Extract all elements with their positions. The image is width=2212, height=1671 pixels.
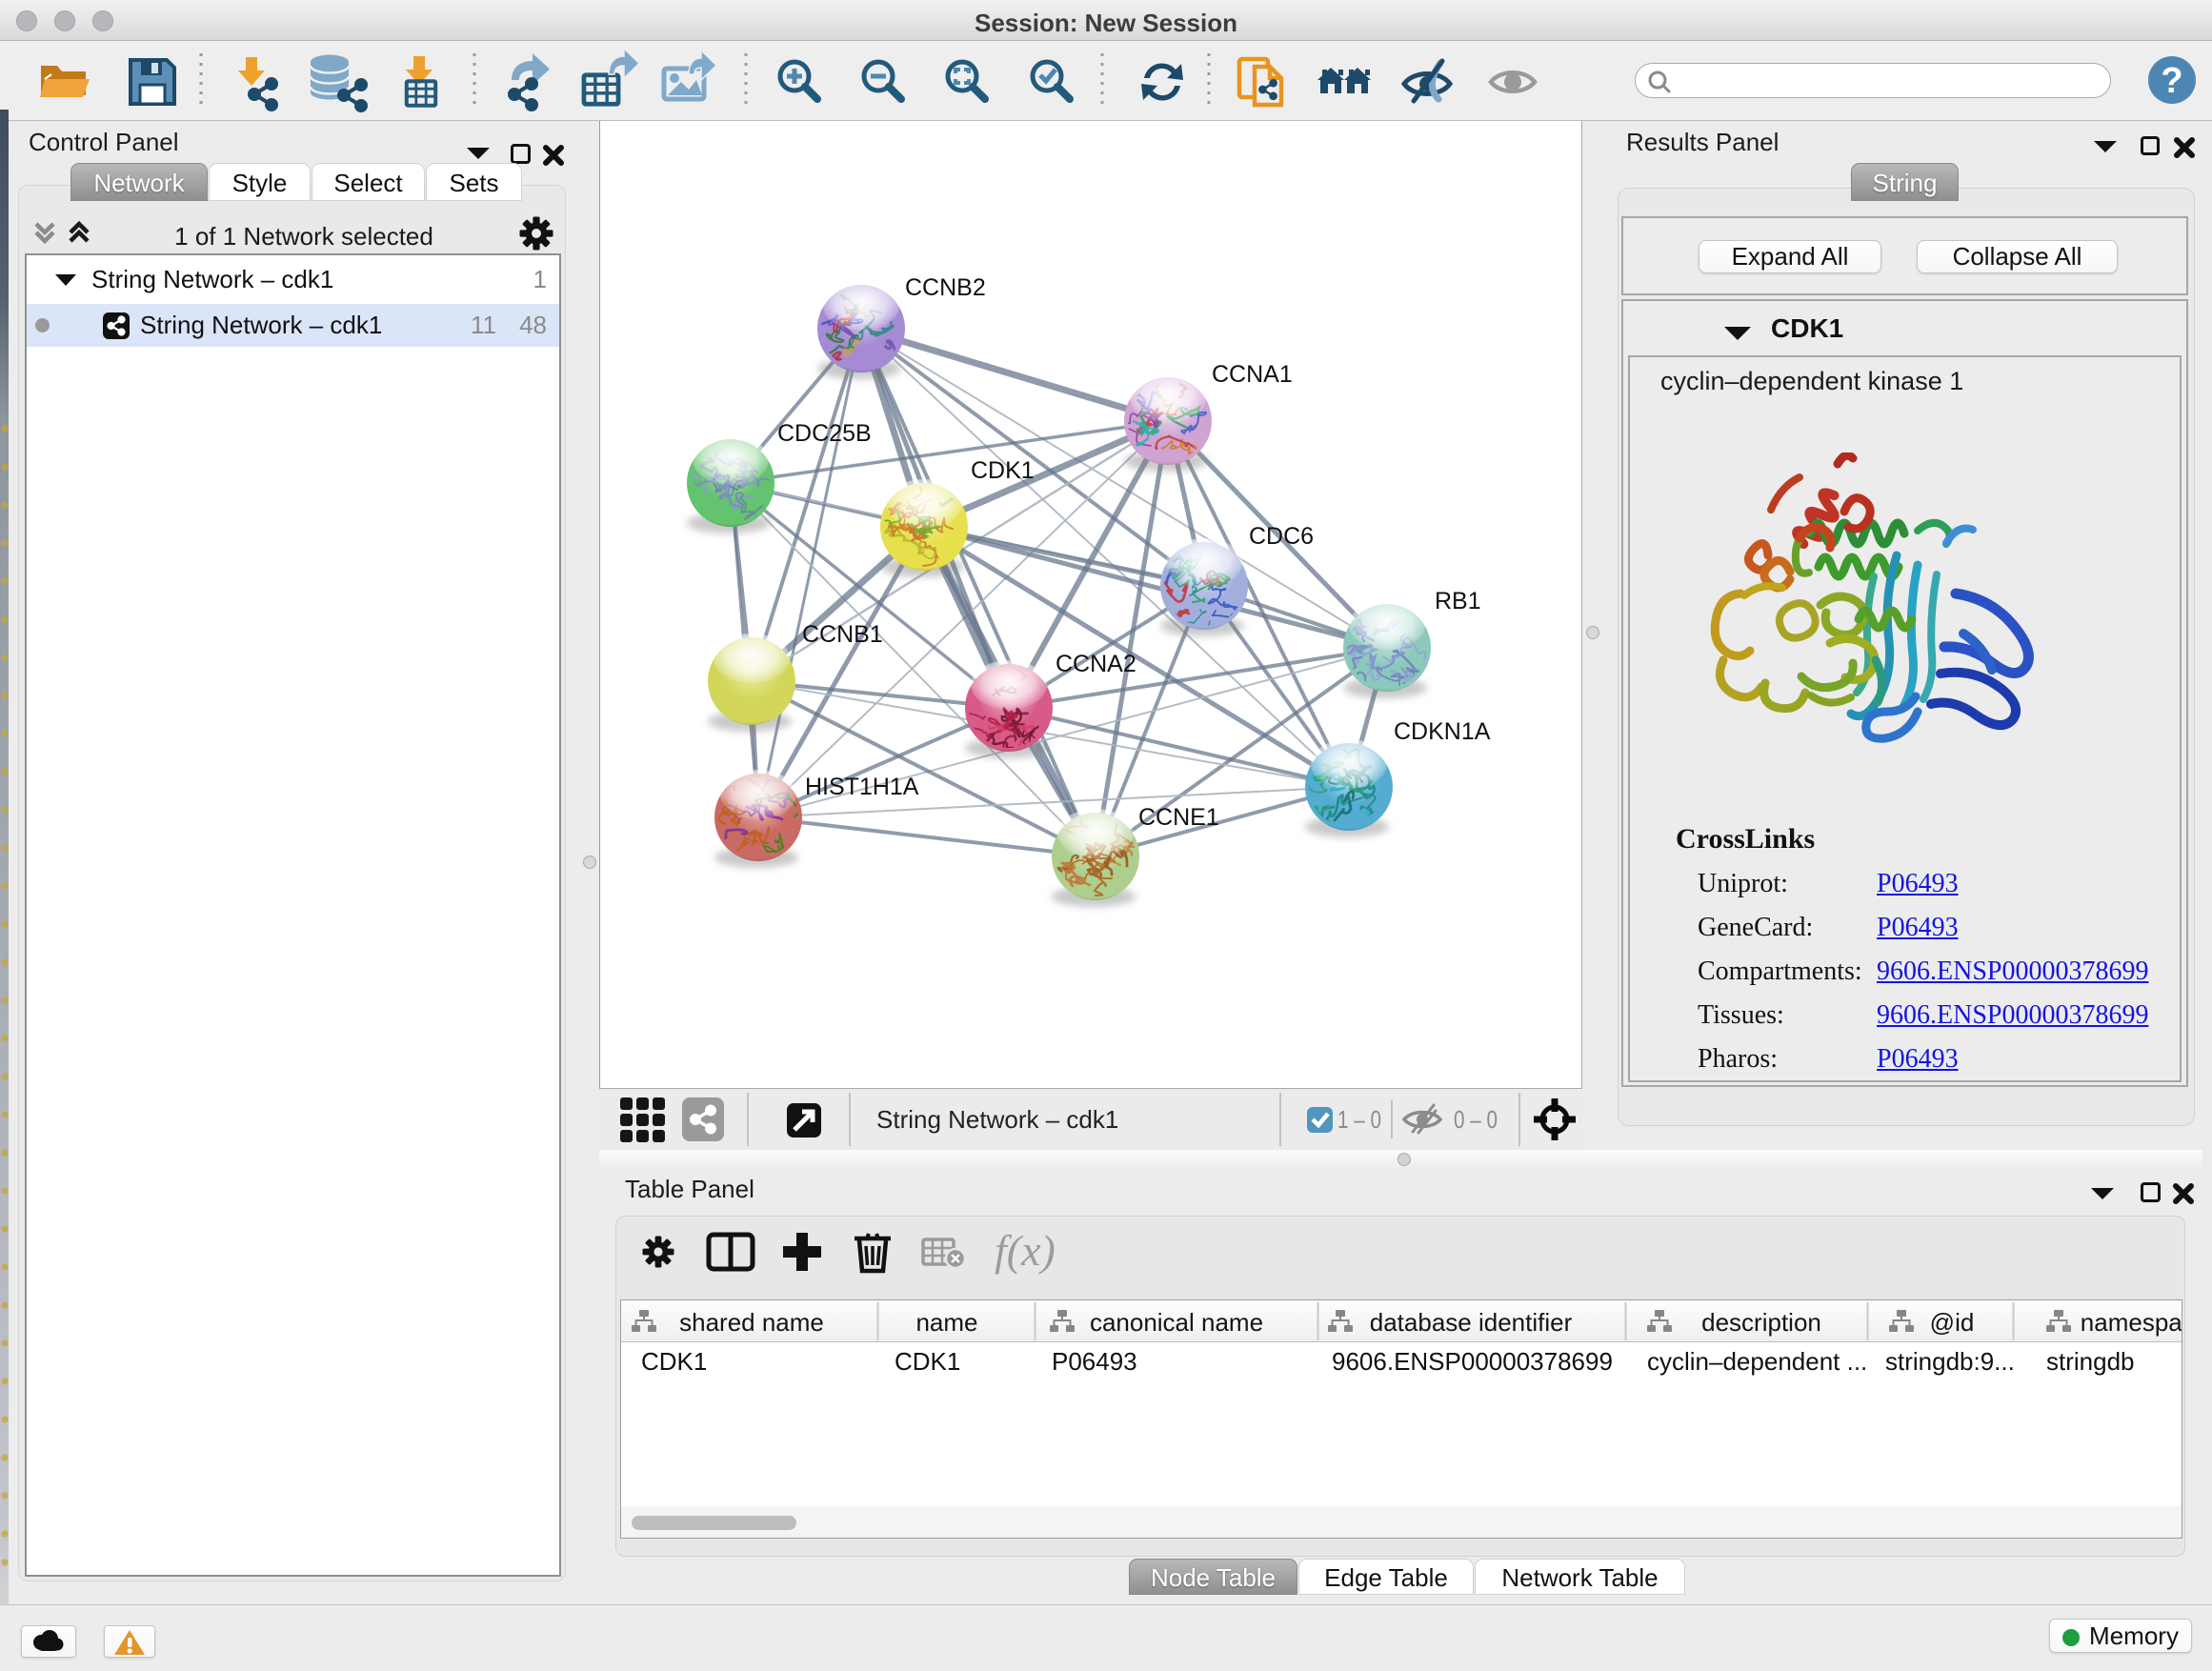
svg-text:CDC6: CDC6 xyxy=(1249,523,1314,550)
svg-text:HIST1H1A: HIST1H1A xyxy=(805,774,919,800)
svg-text:CDKN1A: CDKN1A xyxy=(1394,718,1491,745)
svg-text:database identifier: database identifier xyxy=(1370,1308,1573,1337)
svg-text:namespace: namespace xyxy=(2081,1308,2182,1337)
svg-text:CCNB2: CCNB2 xyxy=(905,274,986,301)
svg-text:CDK1: CDK1 xyxy=(971,457,1035,484)
svg-text:CCNA2: CCNA2 xyxy=(1056,651,1136,677)
svg-text:description: description xyxy=(1701,1308,1821,1337)
svg-text:RB1: RB1 xyxy=(1435,588,1481,614)
svg-text:CCNA1: CCNA1 xyxy=(1212,361,1293,388)
svg-text:0 – 0: 0 – 0 xyxy=(1454,1105,1498,1134)
svg-text:name: name xyxy=(915,1308,977,1337)
svg-text:CCNB1: CCNB1 xyxy=(802,621,883,648)
svg-text:canonical name: canonical name xyxy=(1090,1308,1263,1337)
svg-text:?: ? xyxy=(2161,61,2182,101)
svg-text:@id: @id xyxy=(1930,1308,1975,1337)
svg-text:CCNE1: CCNE1 xyxy=(1138,804,1219,831)
svg-text:f(x): f(x) xyxy=(995,1226,1056,1275)
svg-text:shared name: shared name xyxy=(679,1308,824,1337)
svg-text:CDC25B: CDC25B xyxy=(777,420,872,447)
svg-text:1 – 0: 1 – 0 xyxy=(1337,1105,1381,1134)
svg-text:String Network – cdk1: String Network – cdk1 xyxy=(876,1105,1118,1134)
